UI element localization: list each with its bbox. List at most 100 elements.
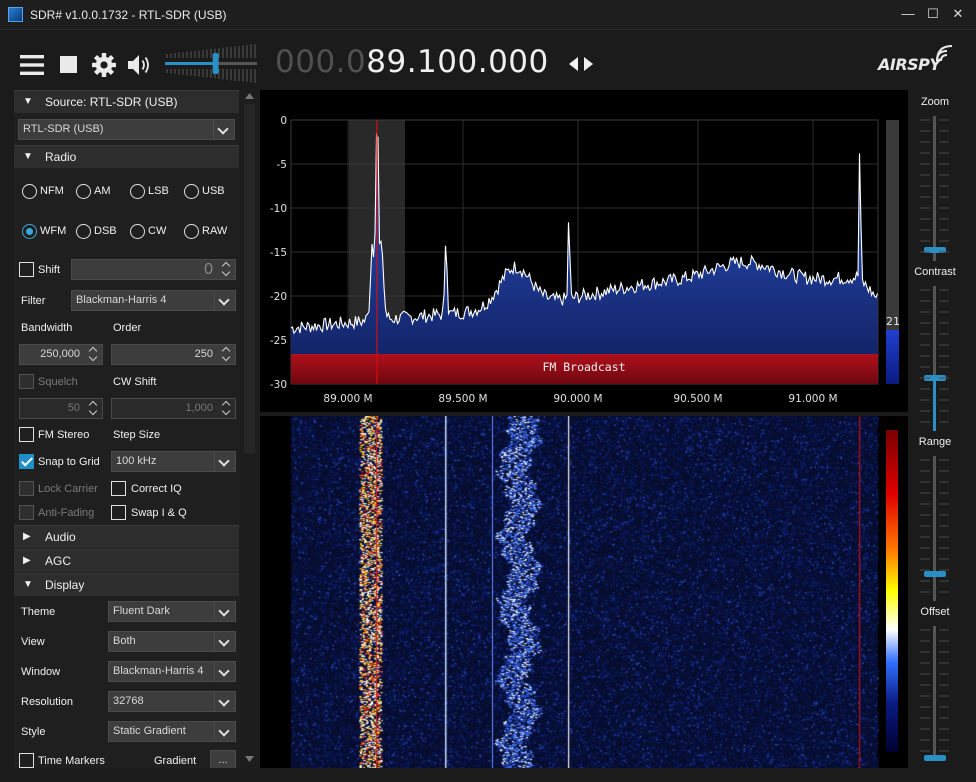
theme-select[interactable]: Fluent Dark	[108, 601, 236, 622]
close-button[interactable]: ✕	[946, 4, 970, 24]
title-bar: SDR# v1.0.0.1732 - RTL-SDR (USB) — ☐ ✕	[0, 0, 976, 30]
lock-carrier-checkbox[interactable]	[19, 481, 34, 496]
anti-fading-label: Anti-Fading	[38, 507, 95, 519]
spinner-arrows-icon[interactable]	[85, 345, 102, 364]
window-title: SDR# v1.0.0.1732 - RTL-SDR (USB)	[30, 8, 227, 22]
volume-slider[interactable]	[163, 42, 259, 84]
agc-section-header[interactable]: ▶ AGC	[14, 549, 239, 572]
chevron-down-icon	[214, 692, 235, 711]
mode-label-wfm: WFM	[40, 225, 67, 237]
swap-iq-label: Swap I & Q	[131, 507, 187, 519]
mode-radio-am[interactable]	[76, 184, 91, 199]
mode-radio-dsb[interactable]	[76, 224, 91, 239]
y-tick: -25	[270, 335, 287, 347]
order-value: 250	[194, 348, 213, 360]
frequency-display[interactable]: 000.089.100.000	[275, 44, 549, 80]
menu-icon[interactable]	[19, 52, 45, 78]
expanded-arrow-icon: ▼	[23, 96, 33, 107]
band-label: FM Broadcast	[542, 360, 625, 374]
cw-shift-spinner[interactable]: 1,000	[111, 398, 236, 419]
gear-icon[interactable]	[91, 52, 117, 78]
spinner-arrows-icon[interactable]	[218, 345, 235, 364]
window-value: Blackman-Harris 4	[113, 665, 204, 677]
display-section-header[interactable]: ▼ Display	[14, 573, 239, 596]
anti-fading-checkbox[interactable]	[19, 505, 34, 520]
scrollbar-thumb[interactable]	[244, 104, 255, 454]
squelch-spinner[interactable]: 50	[19, 398, 103, 419]
speaker-icon[interactable]	[126, 52, 152, 78]
correct-iq-label: Correct IQ	[131, 483, 182, 495]
squelch-label: Squelch	[38, 376, 78, 388]
fm-stereo-checkbox[interactable]	[19, 427, 34, 442]
mode-radio-usb[interactable]	[184, 184, 199, 199]
shift-spinner[interactable]: 0	[71, 259, 236, 280]
squelch-checkbox[interactable]	[19, 374, 34, 389]
window-select[interactable]: Blackman-Harris 4	[108, 661, 236, 682]
spinner-arrows-icon[interactable]	[85, 399, 102, 418]
airspy-logo: AIRSPY	[878, 55, 941, 74]
mode-radio-raw[interactable]	[184, 224, 199, 239]
source-device-value: RTL-SDR (USB)	[23, 123, 104, 135]
theme-value: Fluent Dark	[113, 605, 170, 617]
time-markers-label: Time Markers	[38, 755, 105, 767]
y-tick: -15	[270, 247, 287, 259]
swap-iq-checkbox[interactable]	[111, 505, 126, 520]
chevron-down-icon	[214, 632, 235, 651]
chevron-down-icon	[214, 452, 235, 471]
radio-header-label: Radio	[45, 150, 77, 164]
radio-section-header[interactable]: ▼ Radio	[14, 145, 239, 168]
spinner-arrows-icon[interactable]	[218, 399, 235, 418]
maximize-button[interactable]: ☐	[921, 4, 945, 24]
resolution-label: Resolution	[21, 696, 73, 708]
view-label: View	[21, 636, 45, 648]
y-tick: -5	[277, 159, 287, 171]
correct-iq-checkbox[interactable]	[111, 481, 126, 496]
source-device-select[interactable]: RTL-SDR (USB)	[18, 119, 235, 140]
filter-value: Blackman-Harris 4	[76, 294, 167, 306]
view-select[interactable]: Both	[108, 631, 236, 652]
snap-to-grid-checkbox[interactable]	[19, 454, 34, 469]
expanded-arrow-icon: ▼	[23, 151, 33, 162]
mode-radio-cw[interactable]	[130, 224, 145, 239]
scroll-up-icon[interactable]	[245, 93, 254, 99]
resolution-value: 32768	[113, 695, 144, 707]
y-tick: -30	[270, 379, 287, 391]
mode-radio-wfm[interactable]	[22, 224, 37, 239]
gradient-button[interactable]: ...	[210, 750, 236, 768]
y-tick: 0	[280, 115, 287, 127]
time-markers-checkbox[interactable]	[19, 753, 34, 768]
audio-header-label: Audio	[45, 530, 76, 544]
step-size-select[interactable]: 100 kHz	[111, 451, 236, 472]
x-tick: 90.000 M	[553, 393, 602, 405]
mode-label-usb: USB	[202, 185, 225, 197]
mode-radio-lsb[interactable]	[130, 184, 145, 199]
filter-select[interactable]: Blackman-Harris 4	[71, 290, 236, 311]
shift-value: 0	[204, 261, 213, 278]
agc-header-label: AGC	[45, 554, 72, 568]
expanded-arrow-icon: ▼	[23, 579, 33, 590]
shift-checkbox[interactable]	[19, 262, 34, 277]
mode-label-dsb: DSB	[94, 225, 117, 237]
scroll-down-icon[interactable]	[245, 756, 254, 762]
spinner-arrows-icon[interactable]	[218, 260, 235, 279]
chevron-down-icon	[213, 120, 234, 139]
resolution-select[interactable]: 32768	[108, 691, 236, 712]
mode-label-lsb: LSB	[148, 185, 169, 197]
chevron-down-icon	[214, 602, 235, 621]
stop-icon[interactable]	[56, 52, 82, 78]
mode-radio-nfm[interactable]	[22, 184, 37, 199]
spectrum-analyzer[interactable]: FM Broadcast 0 -5 -10 -15 -20 -25 -30 89…	[260, 90, 908, 412]
minimize-button[interactable]: —	[896, 4, 920, 24]
mode-label-am: AM	[94, 185, 111, 197]
squelch-value: 50	[67, 402, 80, 414]
collapsed-arrow-icon: ▶	[23, 555, 31, 566]
waterfall-display[interactable]	[260, 416, 908, 768]
audio-section-header[interactable]: ▶ Audio	[14, 525, 239, 548]
tuning-arrows-icon[interactable]	[568, 56, 594, 72]
source-header-label: Source: RTL-SDR (USB)	[45, 95, 178, 109]
bandwidth-spinner[interactable]: 250,000	[19, 344, 103, 365]
order-spinner[interactable]: 250	[111, 344, 236, 365]
step-size-label: Step Size	[113, 429, 161, 441]
style-select[interactable]: Static Gradient	[108, 721, 236, 742]
source-section-header[interactable]: ▼ Source: RTL-SDR (USB)	[14, 90, 239, 113]
